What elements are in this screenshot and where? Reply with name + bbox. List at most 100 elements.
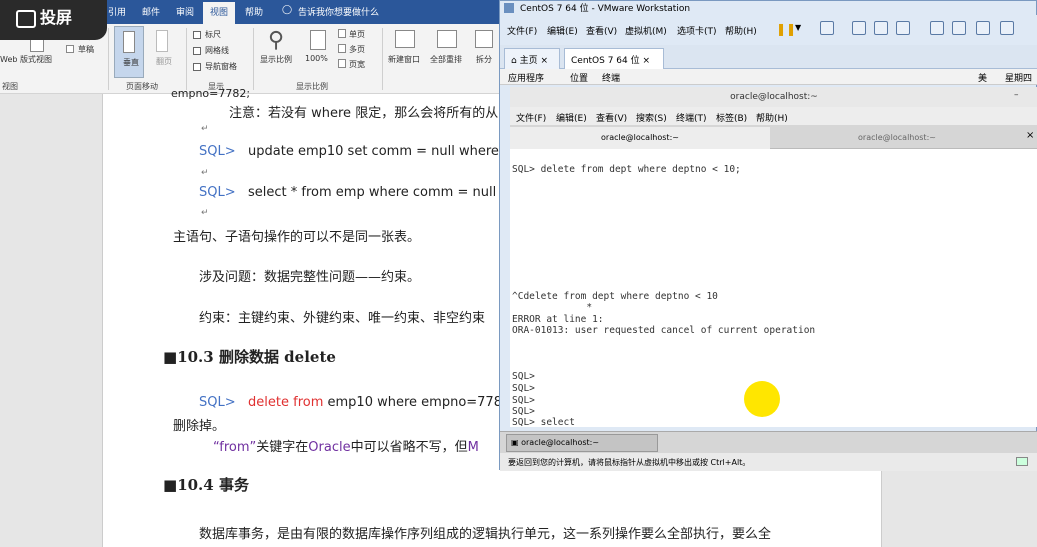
- multiple-pages-button[interactable]: 多页: [349, 44, 365, 55]
- tab-home-label: 主页: [519, 56, 538, 66]
- zoom-button[interactable]: 显示比例: [260, 54, 292, 65]
- taskbar-terminal-item[interactable]: ▣ oracle@localhost:~: [506, 434, 658, 452]
- cast-icon: [16, 9, 36, 28]
- vmware-title: CentOS 7 64 位 - VMware Workstation: [520, 4, 691, 14]
- gridlines-checkbox[interactable]: [193, 47, 201, 55]
- terminal-menu[interactable]: 终端: [602, 71, 620, 84]
- tab-view[interactable]: 视图: [203, 2, 236, 24]
- terminal-tab-active[interactable]: oracle@localhost:~: [510, 127, 770, 149]
- tab-centos-vm[interactable]: CentOS 7 64 位 ×: [564, 48, 664, 69]
- chevron-down-icon[interactable]: ▼: [795, 23, 801, 32]
- heading-transaction-text: 10.4 事务: [177, 476, 249, 494]
- one-page-button[interactable]: 单页: [349, 29, 365, 40]
- tab-help[interactable]: 帮助: [245, 5, 263, 18]
- doc-text: 中可以省略不写，但: [350, 440, 468, 455]
- term-menu-edit[interactable]: 编辑(E): [556, 111, 587, 124]
- ruler-checkbox[interactable]: [193, 31, 201, 39]
- revert-snapshot-icon[interactable]: [874, 21, 888, 35]
- doc-text: 关键字在: [256, 440, 309, 455]
- terminal-line: *: [512, 302, 593, 313]
- heading-transaction: ■10.4 事务: [163, 476, 249, 494]
- vertical-page-icon: [123, 31, 135, 53]
- group-label-views: 视图: [2, 82, 18, 91]
- term-menu-search[interactable]: 搜索(S): [636, 111, 667, 124]
- page-width-button[interactable]: 页宽: [349, 59, 365, 70]
- vertical-button[interactable]: 垂直: [114, 26, 144, 78]
- terminal-line: SQL> delete from dept where deptno < 10;: [512, 164, 741, 175]
- menu-vm[interactable]: 虚拟机(M): [625, 24, 667, 37]
- lightbulb-icon: ◯: [282, 5, 293, 15]
- pause-icon[interactable]: ❚❚: [776, 22, 796, 36]
- tab-home[interactable]: ⌂ 主页 ×: [504, 48, 560, 69]
- unity-icon[interactable]: [1000, 21, 1014, 35]
- terminal-prompt: SQL>: [512, 395, 535, 406]
- terminal-prompt: SQL>: [512, 383, 535, 394]
- from-keyword: “from”: [213, 440, 257, 455]
- gnome-top-bar: 应用程序 位置 终端 美 星期四: [500, 69, 1037, 85]
- split-button[interactable]: 拆分: [476, 54, 492, 65]
- doc-transaction-line: 数据库事务，是由有限的数据库操作序列组成的逻辑执行单元，这一系列操作要么全部执行…: [199, 527, 772, 542]
- doc-main-line: 主语句、子语句操作的可以不是同一张表。: [173, 230, 421, 245]
- zoom-100-button[interactable]: 100%: [305, 54, 328, 63]
- terminal-tab-2[interactable]: oracle@localhost:~: [772, 127, 1022, 149]
- tab-references[interactable]: 引用: [108, 5, 126, 18]
- sql-text: update emp10 set comm = null where em: [248, 144, 524, 159]
- tab-mailings[interactable]: 邮件: [142, 5, 160, 18]
- oracle-word: Oracle: [308, 440, 351, 455]
- menu-tabs[interactable]: 选项卡(T): [677, 24, 717, 37]
- vmware-statusbar: 要返回到您的计算机，请将鼠标指针从虚拟机中移出或按 Ctrl+Alt。: [500, 453, 1037, 471]
- vmware-tab-bar: ⌂ 主页 × CentOS 7 64 位 ×: [500, 45, 1037, 69]
- snapshot-icon[interactable]: [852, 21, 866, 35]
- menu-view[interactable]: 查看(V): [586, 24, 617, 37]
- menu-help[interactable]: 帮助(H): [725, 24, 757, 37]
- device-icon[interactable]: [1016, 457, 1028, 466]
- thumbnail-icon[interactable]: [952, 21, 966, 35]
- group-divider: [382, 28, 383, 90]
- close-icon[interactable]: ×: [540, 56, 548, 66]
- apps-menu[interactable]: 应用程序: [508, 71, 544, 84]
- sql-prompt: SQL>: [199, 144, 236, 159]
- menu-edit[interactable]: 编辑(E): [547, 24, 578, 37]
- input-method[interactable]: 美: [978, 71, 987, 84]
- term-menu-terminal[interactable]: 终端(T): [676, 111, 707, 124]
- close-icon[interactable]: ×: [1026, 130, 1034, 141]
- draft-button[interactable]: 草稿: [78, 44, 94, 55]
- page-width-icon: [338, 59, 346, 68]
- web-layout-button[interactable]: Web 版式视图: [0, 54, 52, 65]
- home-icon: ⌂: [511, 56, 517, 66]
- terminal-prompt: SQL>: [512, 371, 535, 382]
- terminal-icon: ▣: [511, 438, 519, 447]
- send-keys-icon[interactable]: [820, 21, 834, 35]
- tab-review[interactable]: 审阅: [176, 5, 194, 18]
- group-label-zoom: 显示比例: [296, 82, 328, 91]
- menu-file[interactable]: 文件(F): [507, 24, 537, 37]
- side-to-side-button[interactable]: 翻页: [156, 56, 172, 67]
- term-menu-file[interactable]: 文件(F): [516, 111, 546, 124]
- minimize-icon[interactable]: –: [1014, 90, 1019, 100]
- term-menu-help[interactable]: 帮助(H): [756, 111, 788, 124]
- term-menu-view[interactable]: 查看(V): [596, 111, 627, 124]
- cast-screen-badge[interactable]: 投屏: [0, 0, 107, 40]
- terminal-line: ^Cdelete from dept where deptno < 10: [512, 291, 718, 302]
- places-menu[interactable]: 位置: [570, 71, 588, 84]
- arrange-all-icon: [437, 30, 457, 48]
- sql-line-select: SQL> select * from emp where comm = null: [199, 185, 496, 200]
- doc-constraint-line: 约束：主键约束、外键约束、唯一约束、非空约束: [199, 311, 486, 326]
- terminal-output[interactable]: SQL> delete from dept where deptno < 10;…: [510, 149, 1037, 428]
- clock[interactable]: 星期四: [1005, 71, 1032, 84]
- arrange-all-button[interactable]: 全部重排: [430, 54, 462, 65]
- close-icon[interactable]: ×: [643, 56, 651, 66]
- vmware-titlebar: CentOS 7 64 位 - VMware Workstation: [500, 1, 1037, 15]
- terminal-input-line[interactable]: SQL> select: [512, 417, 575, 428]
- tell-me-box[interactable]: 告诉我你想要做什么: [298, 5, 379, 18]
- vertical-label: 垂直: [123, 58, 139, 67]
- nav-pane-checkbox[interactable]: [193, 63, 201, 71]
- gnome-taskbar: ▣ oracle@localhost:~: [500, 431, 1037, 453]
- sql-text: emp10 where empno=7782;: [327, 395, 515, 410]
- vmware-window: CentOS 7 64 位 - VMware Workstation 文件(F)…: [499, 0, 1037, 471]
- new-window-button[interactable]: 新建窗口: [388, 54, 420, 65]
- snapshot-manager-icon[interactable]: [896, 21, 910, 35]
- fullscreen-icon[interactable]: [976, 21, 990, 35]
- library-icon[interactable]: [930, 21, 944, 35]
- term-menu-tabs[interactable]: 标签(B): [716, 111, 747, 124]
